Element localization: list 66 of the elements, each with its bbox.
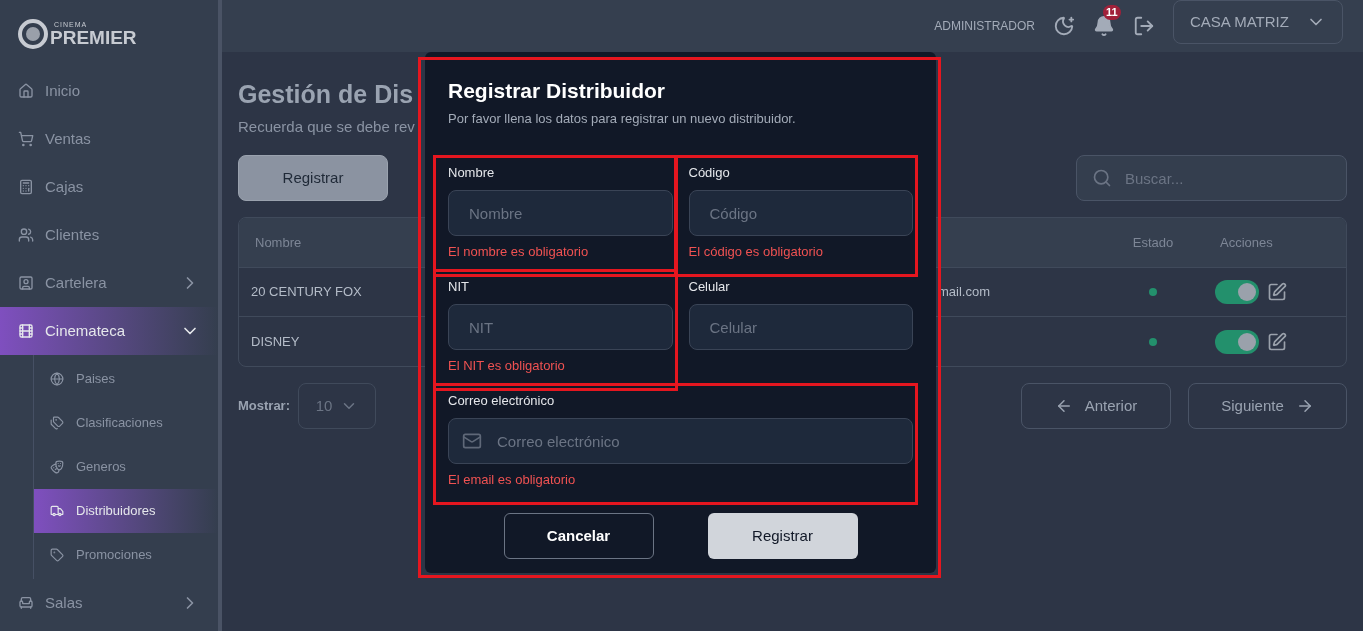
input-field[interactable]: Nombre — [448, 190, 673, 236]
masks-icon — [50, 460, 64, 474]
branch-select[interactable]: CASA MATRIZ — [1173, 0, 1343, 44]
logout-icon[interactable] — [1133, 15, 1155, 37]
field-label: Celular — [688, 279, 730, 294]
cart-icon — [18, 131, 34, 147]
field-label: Correo electrónico — [448, 393, 555, 408]
table-cell-text: DISNEY — [251, 332, 300, 351]
sidebar-subitem[interactable]: Promociones — [34, 533, 218, 577]
input-field[interactable]: Correo electrónico — [448, 418, 913, 464]
toggle-switch[interactable] — [1215, 280, 1259, 304]
error-message: El nombre es obligatorio — [448, 243, 589, 261]
page-subtitle: Recuerda que se debe rev — [238, 116, 415, 137]
bell-icon[interactable] — [1093, 15, 1115, 37]
film-icon — [18, 323, 34, 339]
truck-icon — [50, 504, 64, 518]
error-message: El email es obligatorio — [448, 471, 576, 489]
register-button[interactable]: Registrar — [238, 155, 388, 201]
sidebar-item[interactable]: Inicio — [0, 67, 218, 115]
dialog-title: Registrar Distribuidor — [448, 78, 667, 104]
next-button[interactable]: Siguiente — [1188, 383, 1347, 429]
globe-icon — [50, 372, 64, 386]
sidebar-item[interactable]: Cajas — [0, 163, 218, 211]
column-header: Estado — [1131, 233, 1175, 252]
sidebar-subitem[interactable]: Generos — [34, 445, 218, 489]
cash-register-icon — [18, 179, 34, 195]
table-cell-text: 20 CENTURY FOX — [251, 283, 362, 302]
notification-count: 11 — [1103, 5, 1121, 20]
mail-icon — [462, 431, 482, 451]
sidebar-item[interactable]: Salas — [0, 579, 218, 627]
edit-icon[interactable] — [1267, 331, 1287, 352]
users-icon — [18, 227, 34, 243]
sidebar-subitem[interactable]: Clasificaciones — [34, 401, 218, 445]
tags-icon — [50, 416, 64, 430]
input-field[interactable]: NIT — [448, 304, 673, 350]
house-icon — [18, 83, 34, 99]
armchair-icon — [18, 595, 34, 611]
page-title: Gestión de Dis — [238, 79, 414, 110]
moon-icon[interactable] — [1053, 15, 1075, 37]
page-size-select[interactable]: 10 — [298, 383, 376, 429]
column-header: Nombre — [255, 233, 302, 252]
submit-button[interactable]: Registrar — [707, 513, 858, 559]
user-role: ADMINISTRADOR — [934, 18, 1035, 35]
page-size-label: Mostrar: — [238, 397, 290, 416]
toggle-switch[interactable] — [1215, 329, 1259, 354]
id-card-icon — [18, 275, 34, 291]
dialog-subtitle: Por favor llena los datos para registrar un nuevo distribuidor. — [448, 109, 797, 128]
sidebar-item[interactable]: Cartelera — [0, 259, 218, 307]
search-icon — [1092, 168, 1112, 188]
field-label: NIT — [448, 279, 469, 294]
column-header: Acciones — [1219, 233, 1274, 252]
field-label: Nombre — [448, 165, 495, 180]
edit-icon[interactable] — [1267, 282, 1287, 302]
tag-icon — [50, 548, 64, 562]
input-field[interactable]: Celular — [688, 304, 913, 350]
logo-text: PREMIER — [50, 27, 137, 47]
logo-icon — [18, 18, 48, 49]
sidebar-subitem[interactable]: Paises — [34, 357, 218, 401]
error-message: El NIT es obligatorio — [448, 357, 565, 375]
input-field[interactable]: Código — [688, 190, 913, 236]
previous-button[interactable]: Anterior — [1021, 383, 1171, 429]
sidebar-item[interactable]: Clientes — [0, 211, 218, 259]
sidebar-item[interactable]: Ventas — [0, 115, 218, 163]
field-label: Código — [688, 165, 730, 180]
error-message: El código es obligatorio — [688, 243, 823, 261]
cancel-button[interactable]: Cancelar — [503, 513, 654, 559]
